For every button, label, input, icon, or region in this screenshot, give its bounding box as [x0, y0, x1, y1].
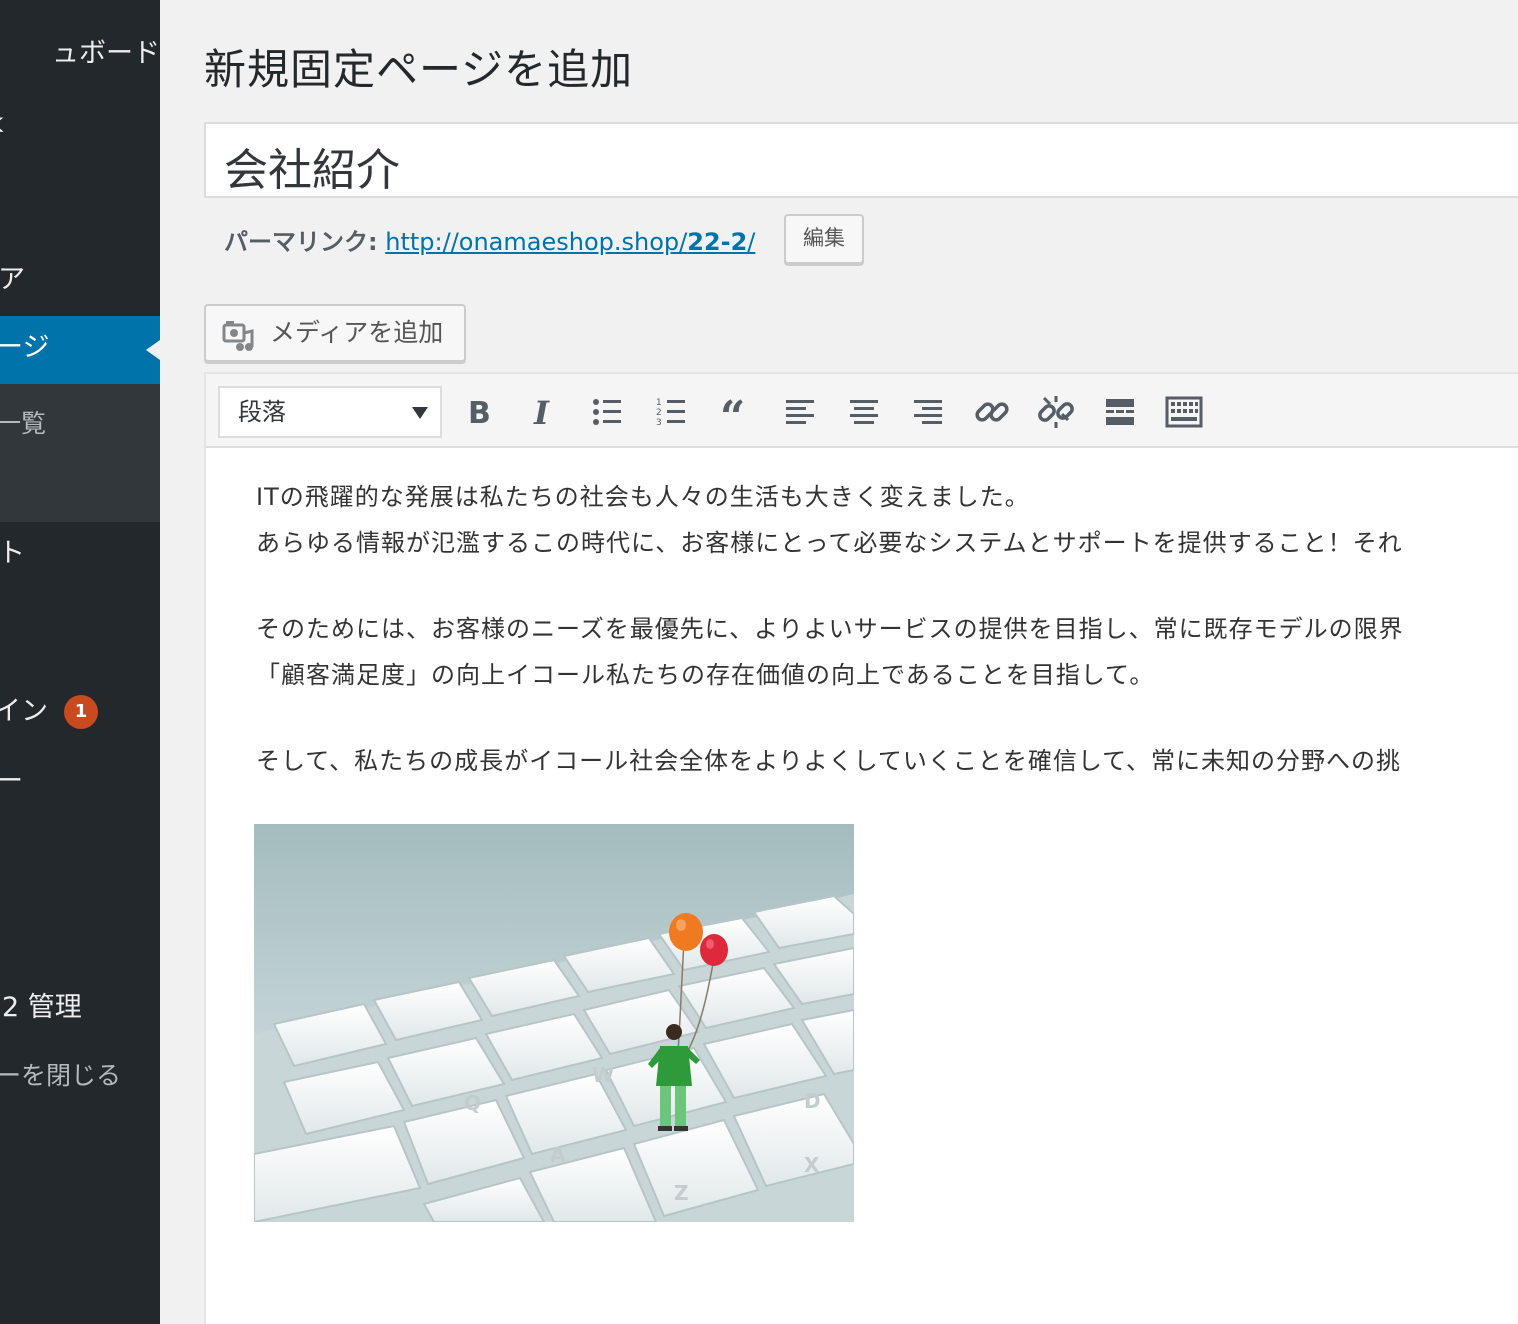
sidebar-item-label: 一覧	[0, 409, 47, 438]
sidebar-item-comments[interactable]: ト	[0, 536, 160, 572]
bulleted-list-button[interactable]	[586, 390, 630, 434]
permalink-slug: 22-2	[687, 228, 748, 256]
media-icon	[222, 318, 256, 352]
pages-submenu	[0, 384, 160, 522]
post-title-input[interactable]: 会社紹介	[204, 122, 1518, 198]
add-media-label: メディアを追加	[270, 318, 444, 347]
sidebar-item-label: ュボード	[52, 38, 160, 69]
content-image[interactable]: Q W A Z X D	[254, 824, 854, 1222]
sidebar-subitem-all-pages[interactable]: 一覧	[0, 406, 160, 442]
sidebar-item-label: ア	[0, 264, 25, 295]
paragraph-3: そして、私たちの成長がイコール社会全体をよりよくしていくことを確信して、常に未知…	[256, 738, 1518, 784]
format-select[interactable]: 段落	[218, 386, 442, 438]
admin-sidebar: ュボード k ア ージ 一覧 ト イン 1 ー 2 管理 ーを閉じる	[0, 0, 160, 1324]
sidebar-item-label: ージ	[0, 332, 50, 363]
active-menu-arrow	[146, 340, 160, 360]
text-line: ITの飛躍的な発展は私たちの社会も人々の生活も大きく変えました。	[256, 483, 1030, 511]
remove-link-icon	[1038, 396, 1074, 428]
align-center-button[interactable]	[842, 390, 886, 434]
align-left-icon	[786, 400, 814, 424]
bold-icon: B	[468, 396, 491, 431]
svg-text:1: 1	[656, 398, 662, 408]
permalink-trailing: /	[747, 228, 756, 256]
key-letter: D	[804, 1089, 821, 1113]
permalink-label: パーマリンク:	[224, 228, 378, 256]
insert-link-icon	[975, 402, 1009, 422]
sidebar-item-label: ト	[0, 538, 25, 569]
numbered-list-icon: 1 2 3	[656, 398, 685, 428]
svg-text:B: B	[468, 396, 491, 431]
text-line: そのためには、お客様のニーズを最優先に、よりよいサービスの提供を目指し、常に既存…	[256, 615, 1404, 643]
sidebar-item-pages[interactable]: ージ	[0, 316, 160, 384]
sidebar-item-wp2-manage[interactable]: 2 管理	[0, 990, 160, 1026]
sidebar-item-label: ーを閉じる	[0, 1061, 122, 1090]
sidebar-item-users[interactable]: ー	[0, 764, 160, 800]
text-line: そして、私たちの成長がイコール社会全体をよりよくしていくことを確信して、常に未知…	[256, 747, 1401, 775]
key-letter: Q	[464, 1091, 481, 1115]
sidebar-item-label: ー	[0, 766, 23, 797]
keyboard-balloon-photo: Q W A Z X D	[254, 824, 854, 1222]
svg-text:I: I	[533, 394, 550, 432]
read-more-icon	[1106, 399, 1134, 425]
sidebar-item-dashboard[interactable]: ュボード	[0, 36, 160, 72]
key-letter: W	[592, 1063, 614, 1087]
chevron-down-icon	[412, 407, 428, 419]
svg-text:2: 2	[656, 408, 662, 418]
sidebar-item-label: イン	[0, 696, 48, 727]
editor-content[interactable]: ITの飛躍的な発展は私たちの社会も人々の生活も大きく変えました。 あらゆる情報が…	[256, 474, 1518, 824]
page-title: 新規固定ページを追加	[204, 45, 634, 94]
sidebar-item-plugins[interactable]: イン 1	[0, 694, 160, 730]
key-letter: A	[550, 1143, 566, 1167]
align-right-icon	[914, 400, 942, 424]
toolbar-toggle-icon	[1165, 396, 1203, 428]
sidebar-item-label: k	[0, 106, 4, 142]
permalink-base: http://onamaeshop.shop/	[385, 228, 688, 256]
paragraph-1: ITの飛躍的な発展は私たちの社会も人々の生活も大きく変えました。 あらゆる情報が…	[256, 474, 1518, 566]
text-line: あらゆる情報が氾濫するこの時代に、お客様にとって必要なシステムとサポートを提供す…	[256, 529, 1403, 557]
post-title-value: 会社紹介	[224, 145, 400, 196]
svg-text:“: “	[720, 392, 745, 434]
key-letter: X	[804, 1153, 820, 1177]
italic-button[interactable]: I	[522, 390, 566, 434]
editor-toolbar: 段落 B I 1 2 3 “	[206, 374, 1518, 448]
bold-button[interactable]: B	[458, 390, 502, 434]
collapse-menu-button[interactable]: ーを閉じる	[0, 1058, 160, 1094]
add-media-button[interactable]: メディアを追加	[204, 304, 466, 362]
align-right-button[interactable]	[906, 390, 950, 434]
toolbar-toggle-button[interactable]	[1162, 390, 1206, 434]
content-editor: 段落 B I 1 2 3 “ ITの飛躍的な発展は私たちの社会も人々の生活も大き…	[204, 372, 1518, 1324]
sidebar-item-label: 2 管理	[2, 992, 82, 1023]
svg-text:3: 3	[656, 418, 662, 428]
sidebar-item-jetpack[interactable]: k	[0, 106, 160, 142]
permalink-row: パーマリンク: http://onamaeshop.shop/22-2/	[224, 222, 755, 258]
read-more-button[interactable]	[1098, 390, 1142, 434]
text-line: 「顧客満足度」の向上イコール私たちの存在価値の向上であることを目指して。	[256, 661, 1155, 689]
align-left-button[interactable]	[778, 390, 822, 434]
blockquote-button[interactable]: “	[714, 390, 758, 443]
permalink-link[interactable]: http://onamaeshop.shop/22-2/	[385, 228, 755, 256]
bulleted-list-icon	[593, 399, 621, 425]
update-count-badge: 1	[64, 695, 98, 729]
remove-link-button[interactable]	[1034, 390, 1078, 434]
key-letter: Z	[674, 1181, 689, 1205]
insert-link-button[interactable]	[970, 390, 1014, 434]
italic-icon: I	[533, 394, 550, 432]
format-select-value: 段落	[238, 398, 286, 426]
align-center-icon	[850, 400, 878, 424]
sidebar-item-media[interactable]: ア	[0, 262, 160, 298]
paragraph-2: そのためには、お客様のニーズを最優先に、よりよいサービスの提供を目指し、常に既存…	[256, 606, 1518, 698]
edit-permalink-button[interactable]: 編集	[784, 214, 864, 264]
numbered-list-button[interactable]: 1 2 3	[650, 390, 694, 434]
blockquote-icon: “	[720, 392, 745, 443]
